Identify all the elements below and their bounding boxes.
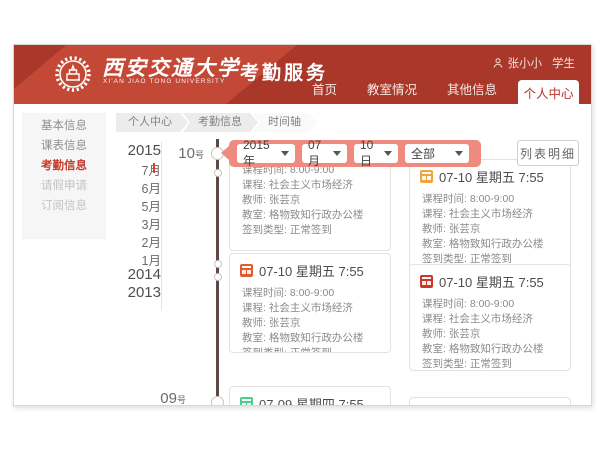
user-icon [492,57,504,69]
timeline-month-3[interactable]: 3月 [119,214,161,233]
card-date: 07-09 星期四 7:55 [259,394,364,406]
card-date: 07-10 星期五 7:55 [439,167,544,186]
card-field-line: 签到类型: 正常签到 [242,223,378,238]
card-field-line: 课程时间: 8:00-9:00 [422,297,558,312]
sidebar-item-leave-request[interactable]: 请假申请 [22,176,106,196]
month-select[interactable]: 07月 [302,144,347,163]
breadcrumb-timeline[interactable]: 时间轴 [253,113,317,132]
timeline-node[interactable] [214,260,222,268]
timeline-year-2015[interactable]: 2015 [119,142,161,159]
breadcrumb-attendance-info[interactable]: 考勤信息 [183,113,258,132]
attendance-card[interactable]: 07-09 星期四 7:55 [229,386,391,406]
card-date: 07-10 星期五 7:55 [439,272,544,291]
green-stamp-icon [240,397,253,406]
breadcrumb-personal-center[interactable]: 个人中心 [116,113,188,132]
chevron-down-icon [333,151,341,156]
user-name: 张小小 [508,55,543,71]
list-detail-button[interactable]: 列表明细 [517,140,579,166]
sidebar-item-subscription-info[interactable]: 订阅信息 [22,196,106,216]
card-field-line: 课程: 社会主义市场经济 [242,178,378,193]
timeline-month-2[interactable]: 2月 [119,232,161,251]
main-nav: 首页 教室情况 其他信息 个人中心 [297,79,579,104]
nav-item-classrooms[interactable]: 教室情况 [352,79,432,104]
attendance-card[interactable]: 07-10 星期五 7:55 课程时间: 8:00-9:00 课程: 社会主义市… [229,253,391,353]
card-field-line: 教室: 格物致知行政办公楼 [242,208,378,223]
day-label-09: 09号 [150,390,186,406]
day-label-10: 10号 [164,145,204,162]
attendance-card[interactable]: 07-10 星期五 7:55 课程时间: 8:00-9:00 课程: 社会主义市… [409,159,571,269]
orange-stamp-icon [240,264,253,277]
app-header: 西安交通大学 XI'AN JIAO TONG UNIVERSITY 考勤服务 张… [14,45,591,104]
filter-bar: 2015年 07月 10日 全部 [229,140,481,167]
timeline-axis [216,139,219,405]
chevron-down-icon [384,151,392,156]
card-field-line: 课程时间: 8:00-9:00 [422,192,558,207]
card-field-line: 签到类型: 正常签到 [242,346,378,353]
card-date: 07-10 星期五 7:55 [259,261,364,280]
card-field-line: 教师: 张芸京 [422,327,558,342]
sidebar-item-attendance-info[interactable]: 考勤信息 [22,156,106,176]
card-field-line: 教师: 张芸京 [422,222,558,237]
yellow-stamp-icon [420,170,433,183]
sidebar-item-basic-info[interactable]: 基本信息 [22,116,106,136]
chevron-down-icon [281,151,289,156]
card-field-line: 教室: 格物致知行政办公楼 [242,331,378,346]
user-role: 学生 [552,55,575,71]
timeline-node[interactable] [214,273,222,281]
chevron-down-icon [455,151,463,156]
sidebar-item-schedule-info[interactable]: 课表信息 [22,136,106,156]
day-select[interactable]: 10日 [354,144,398,163]
card-field-line: 教师: 张芸京 [242,193,378,208]
current-month-marker [153,163,155,173]
app-window: 西安交通大学 XI'AN JIAO TONG UNIVERSITY 考勤服务 张… [13,44,592,406]
card-field-line: 教室: 格物致知行政办公楼 [422,342,558,357]
timeline-year-2013[interactable]: 2013 [119,284,161,301]
breadcrumb: 个人中心 考勤信息 时间轴 [116,113,317,132]
card-field-line: 教室: 格物致知行政办公楼 [422,237,558,252]
timeline-node[interactable] [214,169,222,177]
tab-personal-center[interactable]: 个人中心 [518,80,579,104]
card-field-line: 课程: 社会主义市场经济 [242,301,378,316]
attendance-card[interactable] [409,397,571,406]
timeline-month-5[interactable]: 5月 [119,196,161,215]
scale-divider [161,141,162,311]
nav-item-home[interactable]: 首页 [297,79,352,104]
card-field-line: 教师: 张芸京 [242,316,378,331]
timeline-month-6[interactable]: 6月 [119,178,161,197]
university-logo-icon [54,55,92,93]
timeline-year-2014[interactable]: 2014 [119,266,161,283]
university-name-en: XI'AN JIAO TONG UNIVERSITY [103,78,225,85]
attendance-card[interactable]: 07-10 星期五 7:55 课程时间: 8:00-9:00 课程: 社会主义市… [409,264,571,371]
user-info[interactable]: 张小小 学生 [492,55,576,71]
card-field-line: 签到类型: 正常签到 [422,357,558,371]
nav-item-other-info[interactable]: 其他信息 [432,79,512,104]
red-stamp-icon [420,275,433,288]
sidebar: 基本信息 课表信息 考勤信息 请假申请 订阅信息 [22,113,106,239]
card-field-line: 课程: 社会主义市场经济 [422,207,558,222]
type-select[interactable]: 全部 [405,144,469,163]
card-field-line: 课程时间: 8:00-9:00 [242,286,378,301]
filter-bar-arrow [221,146,229,160]
timeline-node[interactable] [211,396,224,406]
year-select[interactable]: 2015年 [237,144,295,163]
card-field-line: 课程: 社会主义市场经济 [422,312,558,327]
